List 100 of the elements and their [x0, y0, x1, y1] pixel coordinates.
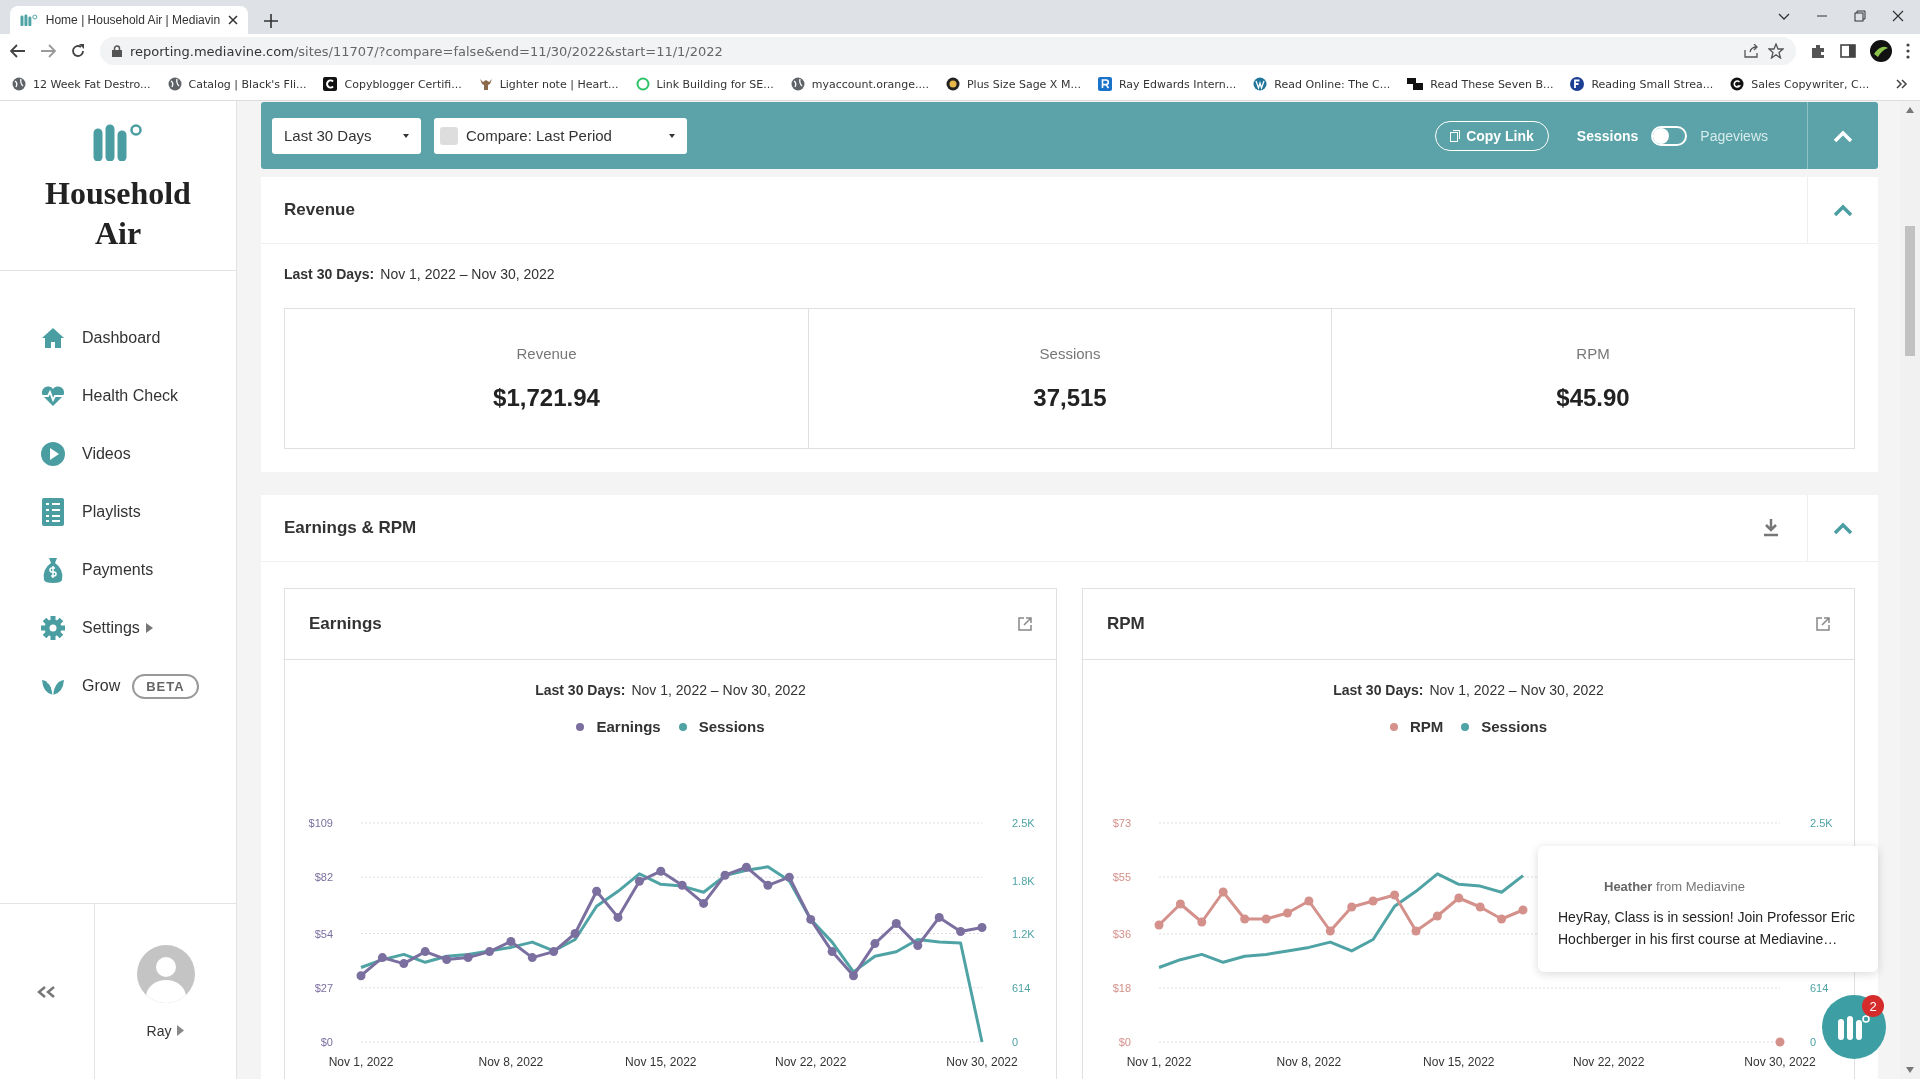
- bookmark[interactable]: Copyblogger Certifi...: [323, 77, 462, 91]
- card-title: Revenue: [284, 200, 356, 220]
- bookmark[interactable]: Catalog | Black's Fli...: [167, 77, 307, 91]
- compare-dropdown[interactable]: Compare: Last Period: [434, 117, 687, 154]
- axis-tick-label: Nov 1, 2022: [1126, 1055, 1192, 1069]
- metric-value: $45.90: [1556, 384, 1630, 412]
- legend-label[interactable]: RPM: [1409, 718, 1444, 735]
- data-point: [1197, 917, 1207, 927]
- bookmark[interactable]: Sales Copywriter, C...: [1730, 77, 1870, 91]
- nav-link[interactable]: Health Check: [82, 387, 179, 405]
- data-point: [1304, 896, 1314, 906]
- menu-icon[interactable]: [1906, 43, 1910, 59]
- date-range-dropdown[interactable]: Last 30 Days: [272, 117, 421, 154]
- back-arrow-icon[interactable]: [10, 44, 26, 58]
- caret-down-icon: [669, 133, 675, 138]
- legend-label[interactable]: Earnings: [596, 718, 661, 735]
- caret-right-icon[interactable]: [145, 623, 153, 633]
- reload-icon[interactable]: [70, 43, 86, 59]
- data-point: [1347, 902, 1357, 912]
- collapse-icon[interactable]: [1833, 128, 1853, 143]
- scrollbar-thumb[interactable]: [1905, 226, 1915, 356]
- metric-toggle[interactable]: [1651, 125, 1688, 146]
- more-bookmarks-icon[interactable]: [1896, 79, 1908, 89]
- close-icon[interactable]: [228, 15, 238, 25]
- data-point: [506, 937, 516, 946]
- download-icon[interactable]: [1763, 519, 1779, 537]
- date-range-text: Last 30 Days: Nov 1, 2022 – Nov 30, 2022: [1332, 681, 1605, 698]
- caret-right-icon[interactable]: [177, 1025, 185, 1036]
- list-icon: [42, 498, 64, 526]
- data-point: [656, 866, 666, 876]
- axis-tick-label: Nov 15, 2022: [1423, 1055, 1495, 1069]
- collapse-icon[interactable]: [1833, 203, 1853, 217]
- site-name: Household Air: [44, 174, 192, 253]
- bookmark[interactable]: Read Online: The C...: [1253, 77, 1391, 91]
- axis-tick-label: 0: [1012, 1036, 1019, 1048]
- metric-label: RPM: [1576, 345, 1610, 362]
- share-icon[interactable]: [1744, 44, 1760, 58]
- bookmark[interactable]: Read These Seven B...: [1407, 77, 1554, 91]
- data-point: [1454, 893, 1464, 903]
- nav-link[interactable]: Payments: [82, 561, 154, 579]
- star-icon[interactable]: [1768, 43, 1784, 59]
- axis-tick-label: $36: [1112, 928, 1131, 940]
- data-point: [592, 886, 602, 896]
- bookmark[interactable]: Plus Size Sage X M...: [945, 77, 1081, 91]
- data-point: [763, 880, 773, 890]
- close-icon[interactable]: [1892, 10, 1904, 22]
- legend-label[interactable]: Sessions: [1481, 718, 1548, 735]
- collapse-icon[interactable]: [1833, 521, 1853, 535]
- bookmark[interactable]: myaccount.orange....: [790, 77, 929, 91]
- puzzle-piece-icon[interactable]: [1810, 43, 1826, 59]
- data-point: [1325, 926, 1335, 936]
- compare-checkbox[interactable]: [440, 126, 458, 145]
- letter-c-icon: [323, 77, 338, 91]
- chat-message-popup[interactable]: Heather from Mediavine HeyRay, Class is in session! Join Professor Eric Hochberger in his first course at Mediavine…: [1538, 846, 1878, 972]
- new-tab-icon[interactable]: [264, 14, 278, 28]
- axis-tick-label: $55: [1112, 871, 1131, 883]
- nav-link[interactable]: Playlists: [82, 503, 141, 521]
- axis-tick-label: $0: [1118, 1036, 1131, 1048]
- home-icon: [41, 327, 65, 349]
- scroll-up-icon[interactable]: [1906, 107, 1914, 113]
- bookmark[interactable]: Link Building for SE...: [635, 77, 774, 91]
- axis-tick-label: $27: [314, 981, 333, 994]
- letter-g-icon: [1730, 77, 1745, 91]
- user-name[interactable]: Ray: [146, 1022, 172, 1039]
- bookmark[interactable]: Reading Small Strea...: [1570, 77, 1714, 91]
- nav-link[interactable]: Settings: [82, 619, 140, 637]
- bookmark[interactable]: 12 Week Fat Destro...: [12, 77, 151, 91]
- bookmark[interactable]: Ray Edwards Intern...: [1097, 77, 1237, 91]
- data-point: [377, 953, 387, 963]
- external-link-icon[interactable]: [1816, 617, 1830, 631]
- collapse-sidebar-icon[interactable]: [37, 985, 57, 998]
- nav-link[interactable]: Videos: [82, 445, 131, 463]
- browser-tab[interactable]: Home | Household Air | Mediavin: [10, 6, 248, 34]
- axis-tick-label: $109: [308, 817, 333, 829]
- chat-message: HeyRay, Class is in session! Join Professor Eric Hochberger in his first course at Mediavine…: [1558, 908, 1856, 949]
- profile-avatar-icon[interactable]: [1870, 40, 1892, 62]
- toggle-label: Pageviews: [1700, 127, 1768, 144]
- legend-label[interactable]: Sessions: [698, 718, 765, 735]
- beta-badge: BETA: [132, 673, 199, 699]
- data-point: [1283, 908, 1292, 918]
- nav-link[interactable]: Dashboard: [82, 329, 161, 347]
- data-point: [699, 898, 709, 908]
- bookmark[interactable]: Lighter note | Heart...: [478, 77, 619, 91]
- site-logo[interactable]: [92, 123, 144, 161]
- forward-arrow-icon[interactable]: [40, 44, 56, 58]
- side-panel-icon[interactable]: [1840, 44, 1856, 58]
- axis-tick-label: 2.5K: [1012, 817, 1035, 829]
- axis-tick-label: Nov 15, 2022: [625, 1055, 697, 1069]
- data-point: [485, 947, 494, 957]
- scroll-down-icon[interactable]: [1906, 1067, 1914, 1073]
- date-range-text: Last 30 Days: Nov 1, 2022 – Nov 30, 2022: [534, 681, 807, 698]
- metric-label: Sessions: [1039, 345, 1101, 362]
- address-bar[interactable]: reporting.mediavine.com/sites/11707/?compare=false&end=11/30/2022&start=11/1/2022: [100, 37, 1796, 65]
- data-point: [784, 872, 794, 882]
- data-point: [806, 914, 816, 924]
- data-point: [1775, 1037, 1785, 1047]
- nav-link[interactable]: Grow: [82, 677, 121, 695]
- restore-icon[interactable]: [1854, 10, 1866, 22]
- data-point: [1390, 890, 1400, 900]
- external-link-icon[interactable]: [1018, 617, 1032, 631]
